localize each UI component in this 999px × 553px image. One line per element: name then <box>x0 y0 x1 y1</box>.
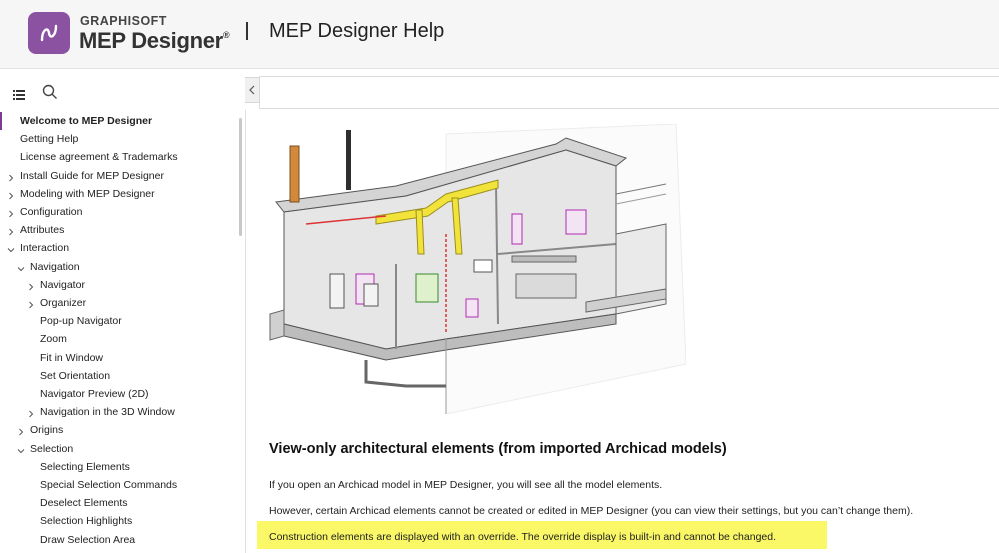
sidebar-item-label: Interaction <box>20 242 70 255</box>
chevron-right-icon[interactable] <box>26 407 36 418</box>
paragraph-open-archicad: If you open an Archicad model in MEP Des… <box>269 479 663 491</box>
sidebar-item[interactable]: Fit in Window <box>0 349 236 367</box>
chevron-right-icon[interactable] <box>26 280 36 291</box>
brand-product: MEP Designer® <box>79 28 230 54</box>
sidebar-item-label: Set Orientation <box>40 369 111 382</box>
sidebar-item-label: Modeling with MEP Designer <box>20 187 155 200</box>
sidebar-item[interactable]: Zoom <box>0 330 236 348</box>
sidebar-item-label: Selection Highlights <box>40 515 133 528</box>
sidebar-item-label: Welcome to MEP Designer <box>20 115 153 127</box>
header-bar: GRAPHISOFT MEP Designer® MEP Designer He… <box>0 0 999 69</box>
chevron-down-icon[interactable] <box>16 262 26 272</box>
content-toolbar <box>259 76 999 109</box>
toc-sidebar: Welcome to MEP Designer Getting Help Licen… <box>0 110 246 553</box>
paragraph-override-highlighted: Construction elements are displayed with… <box>269 531 777 543</box>
page-title: MEP Designer Help <box>269 20 445 42</box>
sidebar-item[interactable]: Selection Highlights <box>0 512 236 530</box>
brand-product-name: MEP Designer <box>79 28 223 53</box>
sidebar-item-label: License agreement & Trademarks <box>20 151 178 164</box>
sidebar-item[interactable]: License agreement & Trademarks <box>0 148 236 166</box>
sidebar-item-label: Draw Selection Area <box>40 533 136 546</box>
sidebar-item[interactable]: Draw Selection Area <box>0 531 236 549</box>
chevron-right-icon[interactable] <box>6 171 16 181</box>
chevron-right-icon[interactable] <box>26 298 36 309</box>
paragraph-cannot-edit: However, certain Archicad elements canno… <box>269 505 914 517</box>
sidebar-toolbar <box>0 76 245 110</box>
sidebar-item-label: Pop-up Navigator <box>40 315 122 328</box>
registered-mark: ® <box>222 30 230 40</box>
chevron-right-icon[interactable] <box>6 225 16 236</box>
section-heading: View-only architectural elements (from i… <box>269 441 727 457</box>
mep-logo-icon[interactable] <box>28 12 70 54</box>
sidebar-item[interactable]: Getting Help <box>0 130 236 148</box>
sidebar-item[interactable]: Modeling with MEP Designer <box>0 185 236 203</box>
sidebar-item-label: Install Guide for MEP Designer <box>20 169 164 182</box>
toc-list-icon[interactable] <box>13 87 25 105</box>
sidebar-item[interactable]: Attributes <box>0 221 236 239</box>
sidebar-item[interactable]: Set Orientation <box>0 367 236 385</box>
sidebar-item-label: Navigator <box>40 278 85 291</box>
sidebar-item-label: Fit in Window <box>40 351 104 364</box>
sidebar-item-label: Deselect Elements <box>40 497 128 510</box>
sidebar-item-label: Navigation <box>30 260 80 273</box>
sidebar-item-label: Navigator Preview (2D) <box>40 388 149 400</box>
sidebar-item-label: Selecting Elements <box>40 460 130 473</box>
sidebar-item[interactable]: Pop-up Navigator <box>0 312 236 330</box>
chevron-right-icon[interactable] <box>6 189 16 200</box>
sidebar-item[interactable]: Navigator <box>0 276 236 294</box>
chevron-down-icon[interactable] <box>6 243 16 253</box>
chevron-down-icon[interactable] <box>16 444 26 454</box>
sidebar-item[interactable]: Welcome to MEP Designer <box>0 112 236 130</box>
sidebar-item-label: Configuration <box>20 206 83 218</box>
sidebar-item[interactable]: Install Guide for MEP Designer <box>0 167 236 185</box>
sidebar-item[interactable]: Origins <box>0 421 236 439</box>
sidebar-item-label: Special Selection Commands <box>40 479 178 491</box>
sidebar-item-label: Attributes <box>20 224 65 237</box>
sidebar-item[interactable]: Selecting Elements <box>0 458 236 476</box>
collapse-sidebar-button[interactable] <box>245 77 260 103</box>
sidebar-item-label: Organizer <box>40 297 87 309</box>
sidebar-scrollbar[interactable] <box>239 118 242 236</box>
sidebar-item[interactable]: Deselect Elements <box>0 494 236 512</box>
sidebar-item-label: Zoom <box>40 333 67 346</box>
chevron-right-icon[interactable] <box>16 425 26 436</box>
chevron-left-icon <box>249 85 255 95</box>
brand-company: GRAPHISOFT <box>80 14 167 28</box>
sidebar-item[interactable]: Special Selection Commands <box>0 476 236 494</box>
sidebar-item[interactable]: Interaction <box>0 239 236 257</box>
chevron-right-icon[interactable] <box>6 207 16 218</box>
sidebar-item[interactable]: Selection <box>0 440 236 458</box>
sidebar-item[interactable]: Configuration <box>0 203 236 221</box>
sidebar-item-label: Selection <box>30 442 74 455</box>
sidebar-item-label: Navigation in the 3D Window <box>40 406 175 419</box>
header-divider <box>246 22 248 40</box>
search-icon[interactable] <box>42 84 58 105</box>
building-model-figure <box>266 123 687 415</box>
sidebar-item[interactable]: Navigation <box>0 258 236 276</box>
sidebar-item[interactable]: Navigator Preview (2D) <box>0 385 236 403</box>
sidebar-item-label: Origins <box>30 424 64 437</box>
sidebar-item[interactable]: Organizer <box>0 294 236 312</box>
sidebar-item-label: Getting Help <box>20 133 79 146</box>
sidebar-item[interactable]: Navigation in the 3D Window <box>0 403 236 421</box>
